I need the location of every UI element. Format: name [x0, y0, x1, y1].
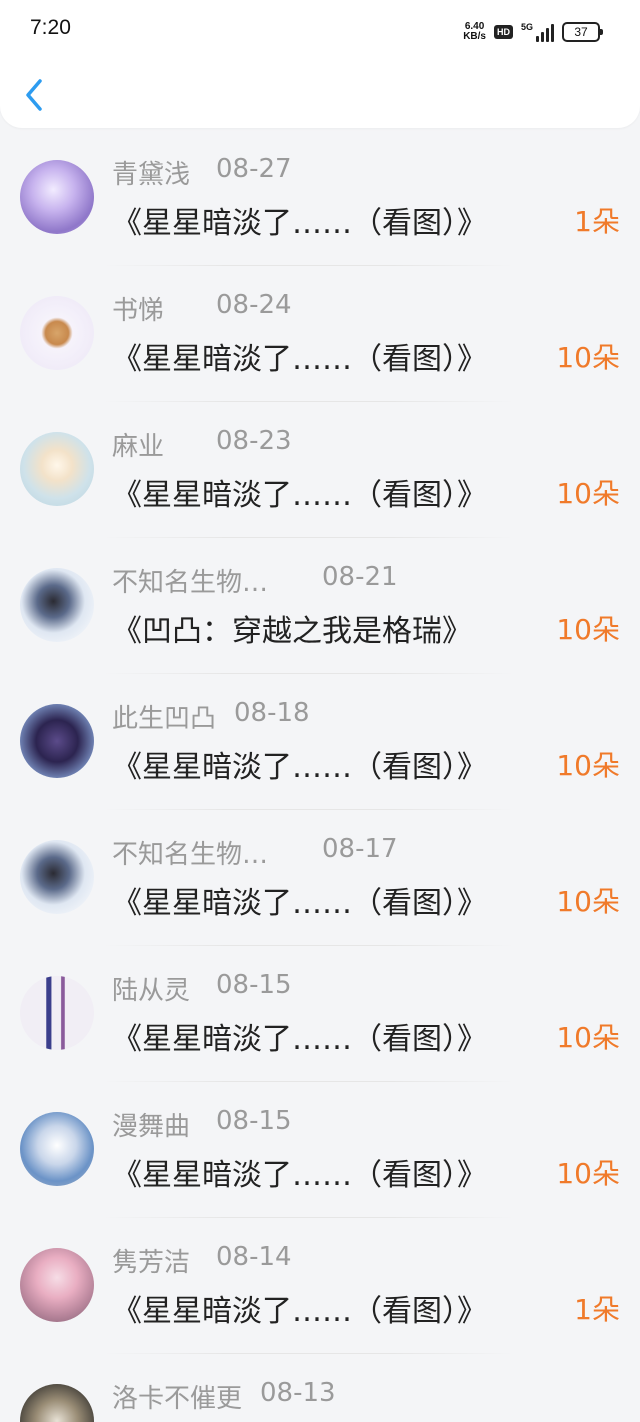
- network-speed-unit: KB/s: [463, 31, 486, 42]
- signal-bar: [536, 36, 539, 42]
- user-name[interactable]: 隽芳洁: [112, 1248, 190, 1278]
- avatar[interactable]: [20, 160, 94, 234]
- flower-count: 1朵: [574, 205, 620, 238]
- list-item[interactable]: 不知名生物… 08-21 《凹凸：穿越之我是格瑞》 10朵: [0, 538, 640, 674]
- list-item[interactable]: 陆从灵 08-15 《星星暗淡了……（看图）》 10朵: [0, 946, 640, 1082]
- list-item[interactable]: 漫舞曲 08-15 《星星暗淡了……（看图）》 10朵: [0, 1082, 640, 1218]
- signal-bar: [541, 32, 544, 42]
- item-meta: 青黛浅 08-27: [112, 154, 292, 190]
- list-item[interactable]: 隽芳洁 08-14 《星星暗淡了……（看图）》 1朵: [0, 1218, 640, 1354]
- list-item[interactable]: 不知名生物… 08-17 《星星暗淡了……（看图）》 10朵: [0, 810, 640, 946]
- back-button[interactable]: [20, 75, 50, 115]
- signal-bar: [546, 28, 549, 42]
- user-name[interactable]: 不知名生物…: [112, 568, 268, 598]
- item-date: 08-27: [216, 154, 292, 184]
- user-name[interactable]: 青黛浅: [112, 160, 190, 190]
- item-meta: 不知名生物… 08-17: [112, 834, 398, 870]
- book-title[interactable]: 《星星暗淡了……（看图）》: [112, 334, 487, 378]
- status-indicators: 6.40 KB/s HD 5G 37: [463, 18, 603, 46]
- book-title[interactable]: 《星星暗淡了……（看图）》: [112, 1014, 487, 1058]
- list-item[interactable]: 青黛浅 08-27 《星星暗淡了……（看图）》 1朵: [0, 130, 640, 266]
- chevron-left-icon: [26, 79, 42, 111]
- item-date: 08-17: [322, 834, 398, 864]
- item-meta: 漫舞曲 08-15: [112, 1106, 292, 1142]
- avatar[interactable]: [20, 296, 94, 370]
- item-date: 08-14: [216, 1242, 292, 1272]
- item-date: 08-18: [234, 698, 310, 728]
- user-name[interactable]: 此生凹凸: [112, 704, 216, 734]
- list-item[interactable]: 麻业 08-23 《星星暗淡了……（看图）》 10朵: [0, 402, 640, 538]
- item-meta: 不知名生物… 08-21: [112, 562, 398, 598]
- app-screen: 7:20 6.40 KB/s HD 5G 37 青黛浅 08-27 《星星暗淡了………: [0, 0, 640, 1422]
- user-name[interactable]: 陆从灵: [112, 976, 190, 1006]
- flower-count: 10朵: [556, 1021, 620, 1054]
- avatar[interactable]: [20, 840, 94, 914]
- item-date: 08-15: [216, 1106, 292, 1136]
- avatar[interactable]: [20, 976, 94, 1050]
- item-meta: 书悌 08-24: [112, 290, 292, 326]
- avatar[interactable]: [20, 1384, 94, 1422]
- book-title[interactable]: 《星星暗淡了……（看图）》: [112, 742, 487, 786]
- item-meta: 此生凹凸 08-18: [112, 698, 310, 734]
- item-meta: 洛卡不催更 08-13: [112, 1378, 336, 1414]
- top-bar: 7:20 6.40 KB/s HD 5G 37: [0, 0, 640, 128]
- list-item[interactable]: 洛卡不催更 08-13: [0, 1354, 640, 1422]
- flower-count: 10朵: [556, 341, 620, 374]
- user-name[interactable]: 洛卡不催更: [112, 1384, 242, 1414]
- item-meta: 隽芳洁 08-14: [112, 1242, 292, 1278]
- user-name[interactable]: 不知名生物…: [112, 840, 268, 870]
- item-meta: 陆从灵 08-15: [112, 970, 292, 1006]
- item-date: 08-23: [216, 426, 292, 456]
- book-title[interactable]: 《星星暗淡了……（看图）》: [112, 198, 487, 242]
- book-title[interactable]: 《星星暗淡了……（看图）》: [112, 878, 487, 922]
- flower-count: 10朵: [556, 1157, 620, 1190]
- avatar[interactable]: [20, 568, 94, 642]
- network-type-label: 5G: [520, 22, 533, 32]
- book-title[interactable]: 《凹凸：穿越之我是格瑞》: [112, 606, 472, 650]
- flower-count: 10朵: [556, 477, 620, 510]
- book-title[interactable]: 《星星暗淡了……（看图）》: [112, 470, 487, 514]
- battery-icon: 37: [562, 22, 603, 42]
- hd-icon: HD: [493, 25, 513, 39]
- flower-count: 10朵: [556, 885, 620, 918]
- avatar[interactable]: [20, 1248, 94, 1322]
- flower-count: 10朵: [556, 749, 620, 782]
- flower-count: 1朵: [574, 1293, 620, 1326]
- item-date: 08-13: [260, 1378, 336, 1408]
- book-title[interactable]: 《星星暗淡了……（看图）》: [112, 1286, 487, 1330]
- item-date: 08-15: [216, 970, 292, 1000]
- flower-count: 10朵: [556, 613, 620, 646]
- list-item[interactable]: 此生凹凸 08-18 《星星暗淡了……（看图）》 10朵: [0, 674, 640, 810]
- gift-record-list: 青黛浅 08-27 《星星暗淡了……（看图）》 1朵 书悌 08-24 《星星暗淡了……（看…: [0, 130, 640, 1422]
- avatar[interactable]: [20, 432, 94, 506]
- network-speed: 6.40 KB/s: [463, 22, 486, 42]
- item-date: 08-24: [216, 290, 292, 320]
- avatar[interactable]: [20, 704, 94, 778]
- user-name[interactable]: 麻业: [112, 432, 164, 462]
- item-date: 08-21: [322, 562, 398, 592]
- item-meta: 麻业 08-23: [112, 426, 292, 462]
- list-item[interactable]: 书悌 08-24 《星星暗淡了……（看图）》 10朵: [0, 266, 640, 402]
- signal-icon: 5G: [521, 22, 554, 42]
- status-time: 7:20: [30, 16, 71, 39]
- book-title[interactable]: 《星星暗淡了……（看图）》: [112, 1150, 487, 1194]
- avatar[interactable]: [20, 1112, 94, 1186]
- user-name[interactable]: 漫舞曲: [112, 1112, 190, 1142]
- signal-bar: [551, 24, 554, 42]
- user-name[interactable]: 书悌: [112, 296, 164, 326]
